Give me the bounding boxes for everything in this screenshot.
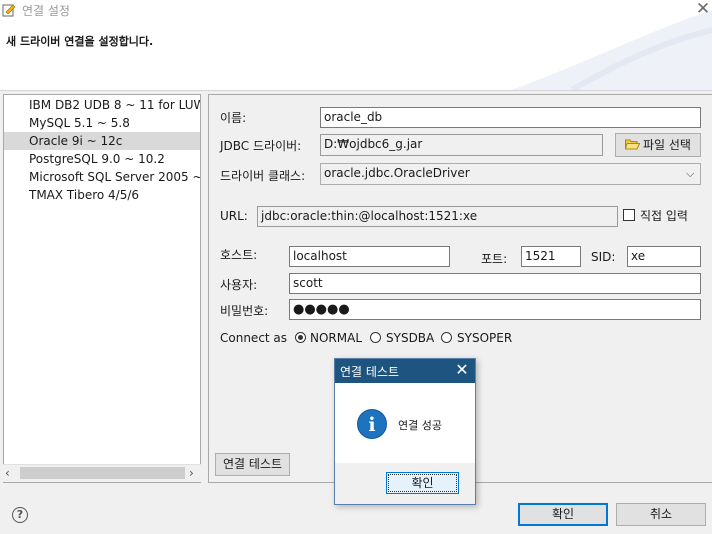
header-divider	[0, 90, 712, 91]
radio-sysdba-label: SYSDBA	[386, 331, 435, 345]
jdbc-driver-label: JDBC 드라이버:	[220, 139, 302, 153]
driver-class-value: oracle.jdbc.OracleDriver	[324, 166, 470, 180]
chevron-down-icon[interactable]: ⌵	[686, 167, 694, 181]
driver-class-select[interactable]: oracle.jdbc.OracleDriver	[320, 163, 701, 185]
url-label: URL:	[220, 209, 248, 223]
info-icon: i	[357, 409, 387, 439]
dialog-close-icon[interactable]: ✕	[453, 360, 471, 379]
radio-sysoper-label: SYSOPER	[457, 331, 513, 345]
port-input[interactable]: 1521	[521, 246, 581, 267]
dialog-title-bar: 연결 테스트 ✕	[335, 359, 475, 383]
direct-input-checkbox[interactable]	[623, 209, 635, 221]
scrollbar-thumb[interactable]	[20, 467, 185, 479]
header-decoration	[512, 10, 712, 90]
sid-label: SID:	[591, 250, 616, 264]
driver-list-item[interactable]: Microsoft SQL Server 2005 ~ 20	[4, 168, 200, 186]
window-title: 연결 설정	[22, 4, 70, 18]
driver-list-item[interactable]: MySQL 5.1 ~ 5.8	[4, 114, 200, 132]
dialog-title: 연결 테스트	[340, 365, 400, 379]
connect-as-label: Connect as	[220, 331, 288, 345]
driver-list-item[interactable]: TMAX Tibero 4/5/6	[4, 186, 200, 204]
dialog-ok-button[interactable]: 확인	[386, 472, 459, 494]
connection-test-button[interactable]: 연결 테스트	[215, 453, 290, 476]
password-input[interactable]: ●●●●●	[289, 299, 701, 320]
window-close-icon[interactable]: ✕	[694, 0, 712, 18]
direct-input-label: 직접 입력	[640, 209, 688, 223]
scroll-right-icon[interactable]: ›	[189, 466, 194, 480]
scroll-left-icon[interactable]: ‹	[5, 466, 10, 480]
dialog-subtitle: 새 드라이버 연결을 설정합니다.	[6, 35, 154, 48]
radio-sysdba[interactable]	[370, 332, 381, 343]
password-label: 비밀번호:	[220, 304, 269, 318]
file-select-button[interactable]: 파일 선택	[615, 133, 701, 157]
radio-normal[interactable]	[295, 332, 306, 343]
url-field: jdbc:oracle:thin:@localhost:1521:xe	[257, 206, 618, 227]
name-label: 이름:	[220, 111, 247, 125]
driver-list-item-selected[interactable]: Oracle 9i ~ 12c	[4, 132, 200, 150]
user-label: 사용자:	[220, 278, 258, 292]
driver-list[interactable]: IBM DB2 UDB 8 ~ 11 for LUW MySQL 5.1 ~ 5…	[3, 94, 201, 483]
jdbc-driver-path: D:₩ojdbc6_g.jar	[320, 134, 603, 156]
help-icon[interactable]: ?	[12, 507, 28, 523]
file-select-label: 파일 선택	[643, 138, 691, 152]
app-icon	[2, 4, 16, 17]
folder-icon	[624, 135, 641, 157]
radio-normal-label: NORMAL	[310, 331, 363, 345]
driver-list-item[interactable]: PostgreSQL 9.0 ~ 10.2	[4, 150, 200, 168]
port-label: 포트:	[481, 252, 508, 266]
driver-list-item[interactable]: IBM DB2 UDB 8 ~ 11 for LUW	[4, 96, 200, 114]
host-label: 호스트:	[220, 248, 258, 262]
cancel-button[interactable]: 취소	[616, 503, 706, 526]
dialog-message: 연결 성공	[398, 419, 442, 432]
connection-test-dialog: 연결 테스트 ✕ i 연결 성공 확인	[334, 358, 476, 505]
sid-input[interactable]: xe	[627, 246, 701, 267]
radio-sysoper[interactable]	[441, 332, 452, 343]
name-input[interactable]: oracle_db	[320, 107, 701, 128]
driver-class-label: 드라이버 클래스:	[220, 169, 306, 183]
user-input[interactable]: scott	[289, 273, 701, 294]
ok-button[interactable]: 확인	[518, 503, 608, 526]
host-input[interactable]: localhost	[289, 246, 450, 267]
